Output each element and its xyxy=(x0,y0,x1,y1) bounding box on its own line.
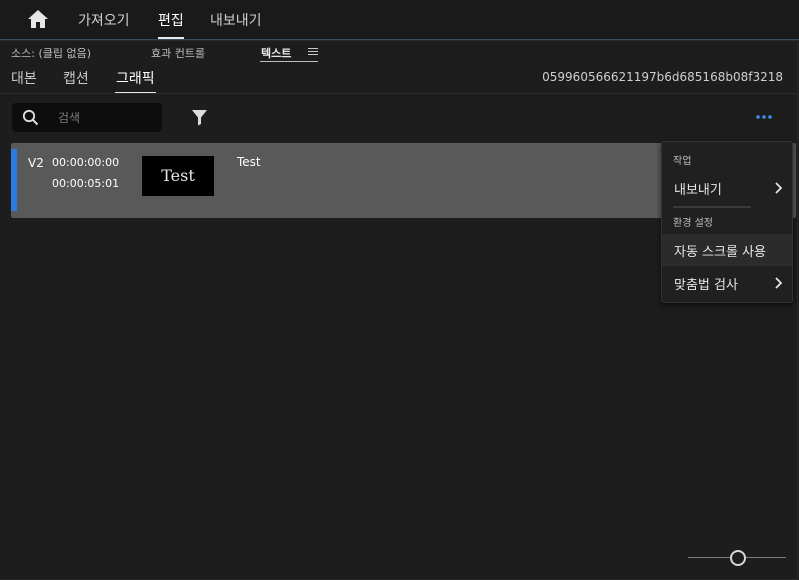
menu-item-auto-scroll-label: 자동 스크롤 사용 xyxy=(674,245,766,260)
tab-import[interactable]: 가져오기 xyxy=(78,10,130,30)
more-options-icon[interactable] xyxy=(754,110,774,124)
panel-tab-source[interactable]: 소스: (클립 없음) xyxy=(11,45,91,61)
search-box xyxy=(12,103,162,132)
panel-tab-underline xyxy=(260,61,318,62)
menu-item-spell-check[interactable]: 맞춤법 검사 xyxy=(662,267,792,299)
menu-item-export[interactable]: 내보내기 xyxy=(662,172,792,204)
subtab-graphics[interactable]: 그래픽 xyxy=(115,68,156,94)
track-label: V2 xyxy=(28,156,44,170)
subtab-transcript[interactable]: 대본 xyxy=(11,68,37,88)
timecode-start: 00:00:00:00 xyxy=(52,156,120,169)
subtab-captions[interactable]: 캡션 xyxy=(63,68,89,88)
menu-item-spell-check-label: 맞춤법 검사 xyxy=(674,278,738,293)
menu-section-preferences: 환경 설정 xyxy=(673,218,713,229)
filter-icon[interactable] xyxy=(191,109,208,126)
search-icon xyxy=(22,109,39,126)
panel-tab-text[interactable]: 텍스트 xyxy=(261,45,291,61)
chevron-right-icon xyxy=(775,277,782,289)
panel-menu-icon[interactable] xyxy=(308,48,318,57)
top-navigation-bar: 가져오기 편집 내보내기 xyxy=(0,0,799,40)
tab-edit[interactable]: 편집 xyxy=(158,10,184,39)
panel-tab-effect-controls[interactable]: 효과 컨트롤 xyxy=(151,45,205,61)
clip-color-bar xyxy=(11,149,17,211)
chevron-right-icon xyxy=(775,182,782,194)
clip-thumbnail: Test xyxy=(142,156,214,196)
header-divider xyxy=(0,93,797,94)
zoom-slider-handle[interactable] xyxy=(730,550,746,566)
zoom-slider-track[interactable] xyxy=(746,557,786,558)
menu-item-auto-scroll[interactable]: 자동 스크롤 사용 xyxy=(662,234,792,266)
sequence-id: 05996056662​1197b6d685168b08f3218 xyxy=(542,70,783,84)
search-input[interactable] xyxy=(56,108,160,128)
menu-divider xyxy=(673,206,751,208)
clip-title: Test xyxy=(237,155,261,169)
menu-section-action: 작업 xyxy=(673,156,692,167)
zoom-slider-track[interactable] xyxy=(688,557,730,558)
options-menu: 작업 내보내기 환경 설정 자동 스크롤 사용 맞춤법 검사 xyxy=(661,141,793,303)
timecode-end: 00:00:05:01 xyxy=(52,177,120,190)
home-icon[interactable] xyxy=(27,9,49,29)
menu-item-export-label: 내보내기 xyxy=(674,183,722,198)
tab-export[interactable]: 내보내기 xyxy=(210,10,262,30)
thumbnail-text: Test xyxy=(161,166,195,185)
